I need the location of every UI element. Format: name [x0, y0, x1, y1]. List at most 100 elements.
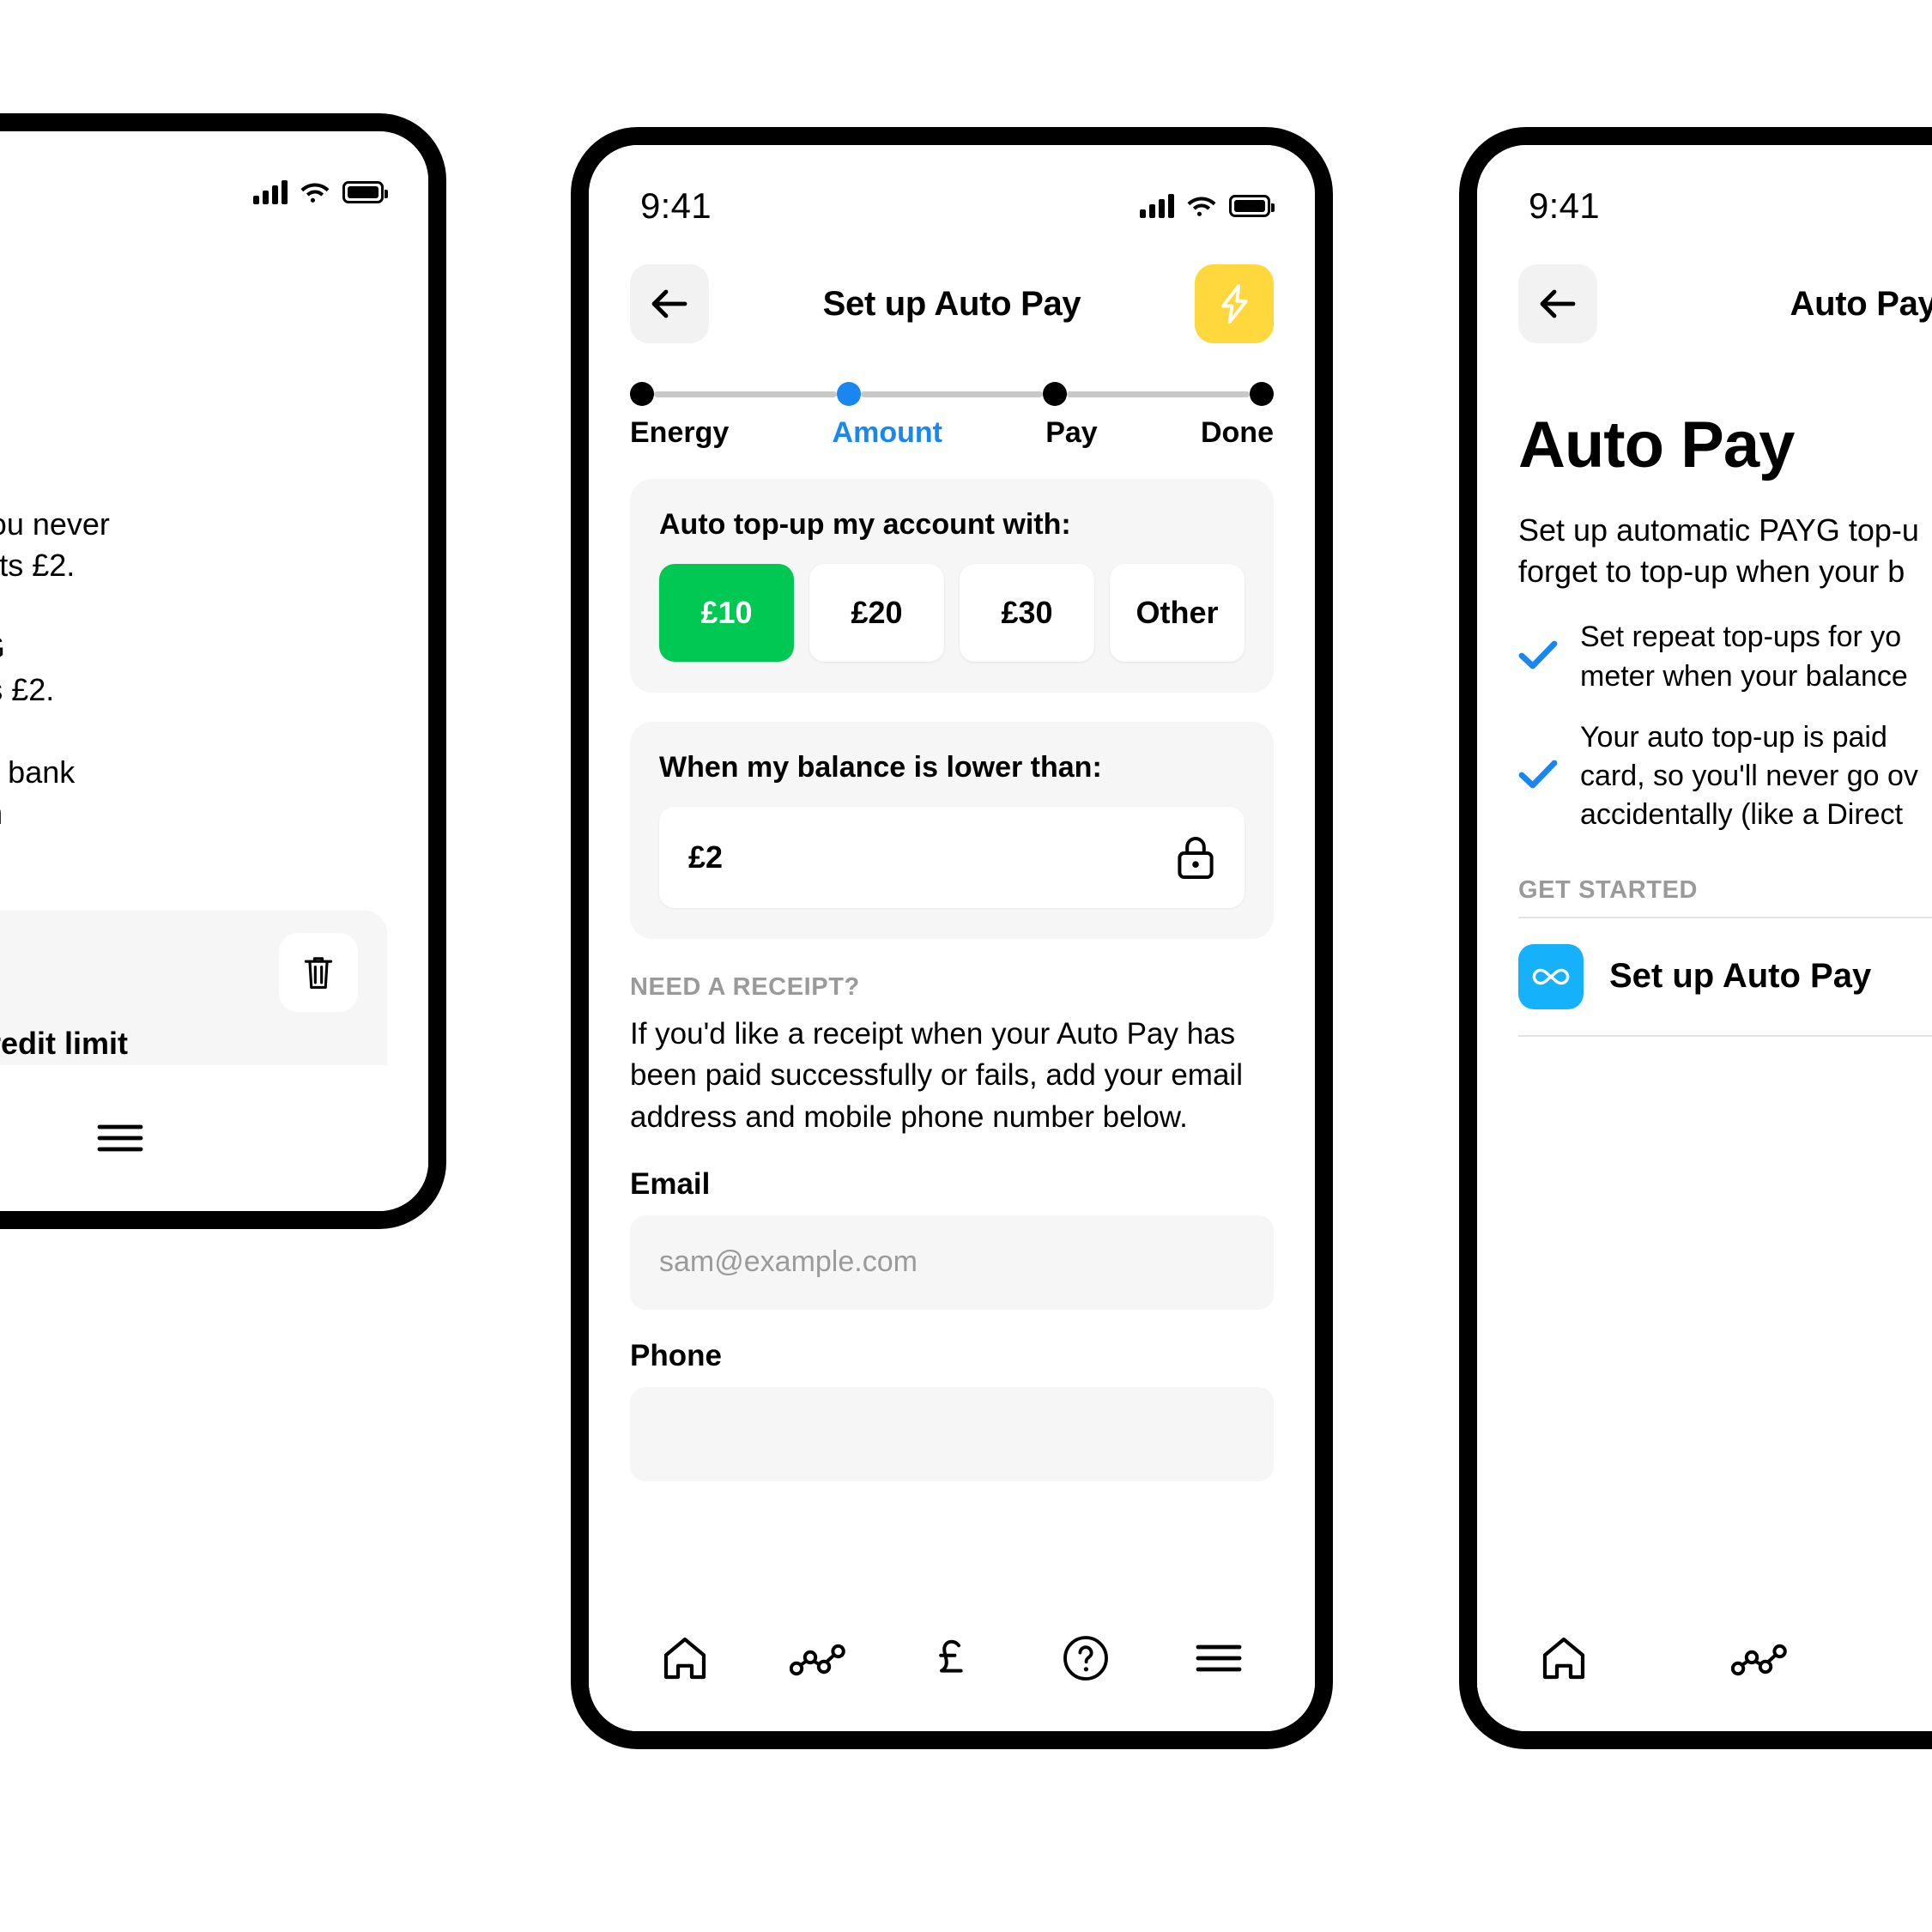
tab-bar-left	[0, 1065, 428, 1211]
line-chart-icon	[790, 1644, 846, 1676]
nav-bar-right: Auto Pay	[1477, 238, 1932, 351]
phone-input[interactable]	[630, 1386, 1274, 1481]
infinity-icon	[1532, 968, 1570, 984]
step-line-1	[654, 391, 837, 397]
step-dot-done[interactable]	[1250, 382, 1275, 406]
screen-middle: 9:41 Set up Auto Pay Energy Amount Pay D…	[589, 145, 1315, 1731]
pound-icon	[939, 1639, 963, 1673]
bullet-line-4: (like a Direct Debit).	[0, 834, 387, 875]
tab-menu[interactable]	[73, 1091, 167, 1185]
tab-usage[interactable]	[1712, 1611, 1807, 1705]
phone-mockup-left: Auto Pay y c PAYG top-ups so you never w…	[0, 113, 446, 1229]
status-time-right: 9:41	[1529, 185, 1600, 226]
bullet-1-line-0: Your auto top-up is paid	[1580, 720, 1887, 754]
stepper-labels: Energy Amount Pay Done	[630, 416, 1274, 450]
bullet-text: Your auto top-up is paid card, so you'll…	[1580, 718, 1918, 835]
tab-usage[interactable]	[771, 1611, 865, 1705]
email-label: Email	[630, 1166, 711, 1201]
intro-text-left: y c PAYG top-ups so you never when your …	[0, 337, 428, 876]
tab-menu[interactable]	[1172, 1611, 1266, 1705]
nav-bar-middle: Set up Auto Pay	[589, 238, 1315, 351]
step-label-done: Done	[1200, 416, 1274, 449]
tab-pound[interactable]	[1908, 1611, 1932, 1705]
step-label-amount: Amount	[832, 416, 942, 449]
bullet-1-line-1: card, so you'll never go ov	[1580, 760, 1918, 793]
status-bar-middle: 9:41	[589, 145, 1315, 238]
bullet-line-3: ll never go overdrawn	[0, 793, 387, 834]
check-icon	[1518, 760, 1558, 793]
home-icon	[1542, 1637, 1585, 1680]
bullet-line-2: p-up is paid with your bank	[0, 754, 76, 790]
nav-title-middle: Set up Auto Pay	[822, 284, 1081, 323]
intro-line-0: c PAYG top-ups so you never	[0, 506, 110, 542]
receipt-eyebrow: NEED A RECEIPT?	[630, 973, 860, 1001]
step-dot-amount[interactable]	[836, 382, 861, 406]
home-icon	[663, 1637, 706, 1680]
get-started-heading: GET STARTED	[1518, 875, 1699, 904]
setup-auto-pay-row[interactable]: Set up Auto Pay	[1477, 918, 1932, 1035]
intro-right: Set up automatic PAYG top-u forget to to…	[1477, 482, 1932, 592]
hamburger-icon	[1196, 1644, 1242, 1672]
step-line-2	[860, 391, 1044, 397]
list-item: Your auto top-up is paid card, so you'll…	[1518, 718, 1932, 835]
threshold-field[interactable]: £2	[659, 807, 1245, 908]
tab-pound[interactable]	[905, 1611, 999, 1705]
back-button[interactable]	[1518, 264, 1597, 343]
stepper-track	[630, 382, 1275, 406]
arrow-left-icon	[651, 289, 687, 318]
tab-home[interactable]	[1517, 1611, 1611, 1705]
status-bar-right: 9:41	[1477, 145, 1932, 238]
amount-option-20[interactable]: £20	[809, 564, 944, 662]
bullet-line-1: your balance reaches £2.	[0, 671, 55, 707]
tab-bar-right	[1477, 1585, 1932, 1731]
screenshot-canvas: Auto Pay y c PAYG top-ups so you never w…	[0, 0, 1932, 1932]
infinity-icon-tile	[1518, 943, 1584, 1009]
list-item: Set repeat top-ups for yo meter when you…	[1518, 618, 1932, 695]
intro-line-0: Set up automatic PAYG top-u	[1518, 512, 1919, 548]
nav-bar-left: Auto Pay	[0, 224, 428, 337]
amount-options: £10 £20 £30 Other	[659, 564, 1245, 662]
phone-mockup-middle: 9:41 Set up Auto Pay Energy Amount Pay D…	[571, 127, 1333, 1749]
signal-bars-icon	[253, 180, 288, 204]
trash-icon	[304, 956, 333, 989]
receipt-section: NEED A RECEIPT? If you'd like a receipt …	[589, 939, 1315, 1481]
amount-option-30[interactable]: £30	[960, 564, 1094, 662]
step-dot-pay[interactable]	[1043, 382, 1068, 406]
amount-option-other[interactable]: Other	[1110, 564, 1245, 662]
tab-home[interactable]	[638, 1611, 732, 1705]
topup-card-title: Auto top-up my account with:	[659, 508, 1071, 541]
signal-bars-icon	[1140, 194, 1174, 218]
screen-left: Auto Pay y c PAYG top-ups so you never w…	[0, 131, 428, 1211]
bullet-1-line-2: accidentally (like a Direct	[1580, 798, 1904, 832]
credit-limit-label: Credit limit	[0, 1025, 128, 1061]
lock-icon	[1178, 837, 1214, 879]
step-dot-energy[interactable]	[630, 382, 654, 406]
intro-line-1: when your balance hits £2.	[0, 548, 76, 584]
topup-amount-card: Auto top-up my account with: £10 £20 £30…	[630, 479, 1274, 693]
email-input[interactable]: sam@example.com	[630, 1214, 1274, 1310]
back-button[interactable]	[630, 264, 709, 343]
threshold-card-title: When my balance is lower than:	[659, 751, 1102, 784]
bullet-text: Set repeat top-ups for yo meter when you…	[1580, 618, 1908, 695]
benefits-list: Set repeat top-ups for yo meter when you…	[1477, 592, 1932, 834]
wifi-icon	[1187, 197, 1216, 216]
delete-button[interactable]	[279, 932, 358, 1012]
intro-line-1: forget to top-up when your b	[1518, 554, 1905, 590]
page-title-right: Auto Pay	[1518, 409, 1795, 481]
line-chart-icon	[1731, 1644, 1787, 1676]
wifi-icon	[300, 183, 330, 203]
step-line-3	[1067, 391, 1251, 397]
phone-mockup-right: 9:41 Auto Pay Auto Pay Set up automatic …	[1459, 127, 1932, 1749]
receipt-body: If you'd like a receipt when your Auto P…	[630, 1017, 1243, 1134]
divider-bottom	[1518, 1034, 1932, 1037]
progress-stepper: Energy Amount Pay Done	[589, 351, 1315, 450]
amount-option-10[interactable]: £10	[659, 564, 794, 662]
tab-bar-middle	[589, 1585, 1315, 1731]
flash-action-button[interactable]	[1195, 264, 1274, 343]
setup-auto-pay-label: Set up Auto Pay	[1609, 957, 1872, 996]
bullet-line-0: op-ups for your PAYG	[0, 627, 387, 669]
tab-help[interactable]	[1039, 1611, 1133, 1705]
label-gap-3	[1098, 416, 1201, 450]
screen-right: 9:41 Auto Pay Auto Pay Set up automatic …	[1477, 145, 1932, 1731]
lightning-bolt-icon	[1221, 284, 1248, 324]
